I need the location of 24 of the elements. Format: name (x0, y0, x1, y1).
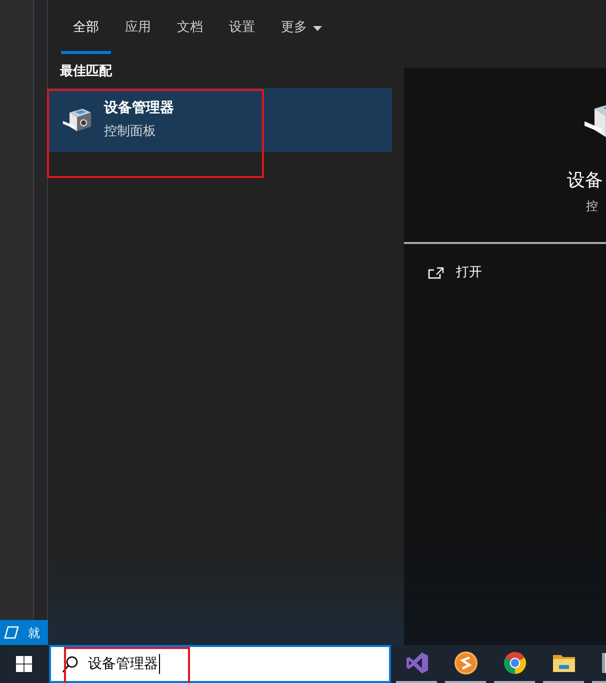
filter-tab[interactable]: 应用 (113, 0, 163, 54)
ribbon-logo-icon (404, 651, 428, 675)
segmented-circle-logo-icon (502, 651, 526, 675)
open-button[interactable]: 打开 (404, 256, 482, 290)
status-text: 就 (28, 626, 40, 640)
app-icon (600, 651, 606, 675)
filter-tab[interactable]: 文档 (165, 0, 215, 54)
filter-tab[interactable]: 设置 (217, 0, 267, 54)
parallelogram-icon (4, 626, 19, 639)
search-result-item[interactable]: 设备管理器 控制面板 (48, 88, 392, 152)
caret-down-icon (313, 26, 322, 30)
result-subtitle: 控制面板 (104, 124, 157, 140)
filter-tab[interactable]: 更多 (269, 0, 334, 54)
preview-title: 设备 (567, 170, 603, 192)
filter-tab[interactable]: 全部 (61, 0, 111, 54)
preview-subtitle: 控 (586, 199, 598, 213)
section-heading: 最佳匹配 (59, 64, 114, 80)
window-panes-icon (16, 656, 32, 672)
search-field[interactable]: 设备管理器 (49, 645, 391, 683)
search-icon (62, 655, 78, 673)
device-icon (62, 106, 92, 134)
zigzag-circle-logo-icon (454, 651, 478, 675)
result-title: 设备管理器 (104, 100, 174, 116)
open-external-icon (428, 267, 444, 279)
